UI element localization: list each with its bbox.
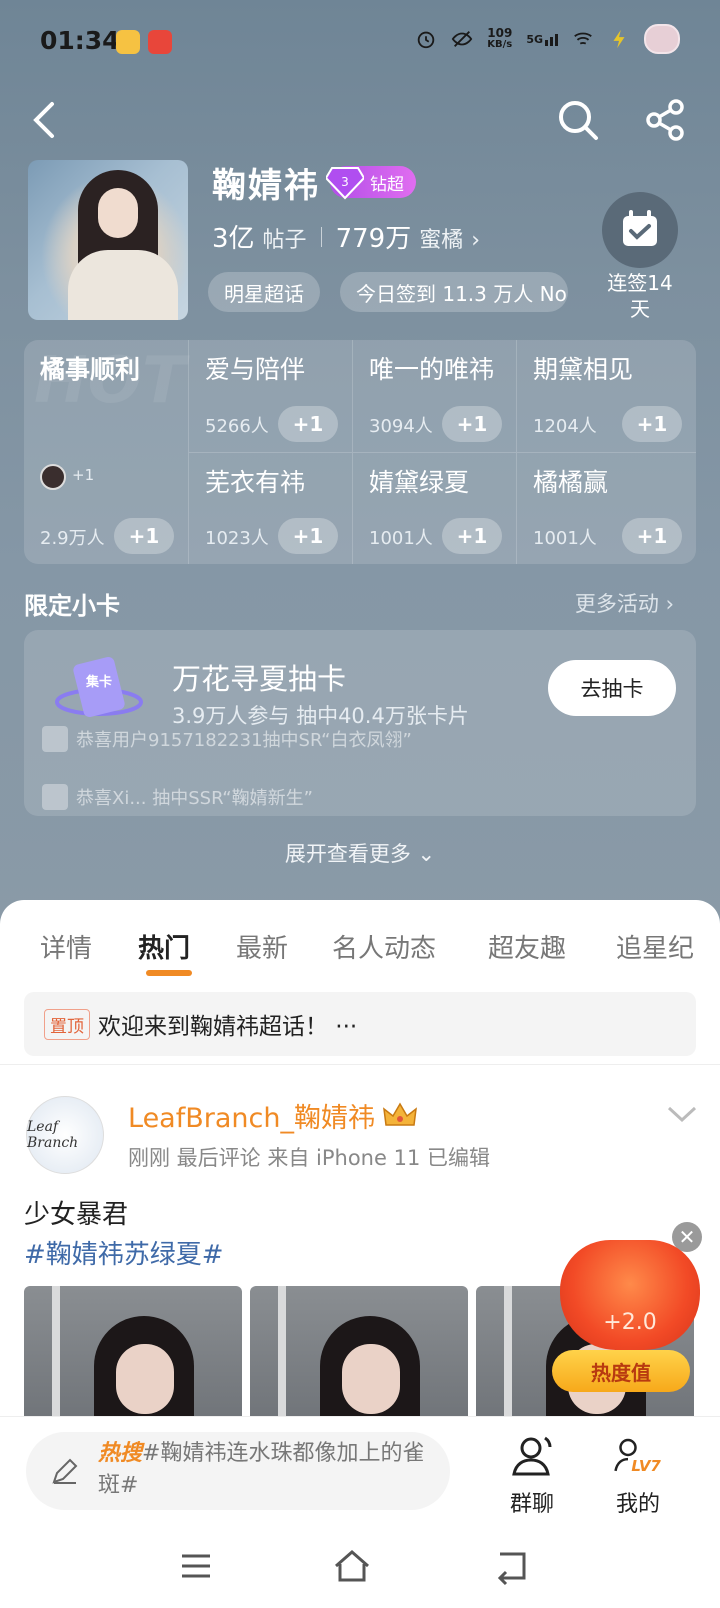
user-level-icon: LV7 [614,1438,661,1475]
chevron-down-icon[interactable] [666,1102,698,1126]
grid-featured-title: 橘事顺利 [40,355,141,384]
search-icon [559,101,598,140]
heat-value: +2.0 [603,1310,657,1335]
plus-one-button[interactable]: +1 [278,406,338,442]
chip-checkin-rank[interactable]: 今日签到 11.3 万人 No. [340,272,568,312]
post-avatar[interactable]: Leaf Branch [26,1096,104,1174]
support-grid: HOT 橘事顺利 +1 2.9万人 +1 爱与陪伴 5266人 +1 唯一的唯祎… [24,340,696,564]
pinned-text: 欢迎来到鞠婧祎超话！ ··· [98,1014,358,1040]
alarm-icon [418,31,435,49]
plus-one-button[interactable]: +1 [114,518,174,554]
status-avatar [644,24,680,54]
avatar [40,464,66,490]
ticker-item: 恭喜用户9157182231抽中SR“白衣凤翎” [42,726,412,752]
checkin-button[interactable] [602,192,678,268]
grid-featured[interactable]: HOT 橘事顺利 +1 2.9万人 +1 [24,340,188,564]
signal-5g-icon: 5G [526,33,558,46]
topic-cover-image[interactable] [28,160,188,320]
posts-count: 3亿 [212,224,255,254]
plus-one-button[interactable]: +1 [442,406,502,442]
checkin-streak: 连签14天 [607,271,673,321]
svg-text:3: 3 [341,175,349,189]
back-button[interactable] [20,96,68,144]
group-chat-icon [512,1436,552,1476]
chevron-left-icon [33,102,54,138]
tab-celebrity[interactable]: 名人动态 [332,928,436,965]
grid-cell[interactable]: 唯一的唯祎 3094人 +1 [352,340,516,452]
app-notification-icon [148,30,172,54]
profile-button[interactable]: LV7 我的 [598,1432,678,1518]
fans-label: 蜜橘 [419,228,464,253]
eye-off-icon [451,31,473,47]
card-collect-icon: 集卡 [55,656,143,718]
grid-cell[interactable]: 橘橘赢 1001人 +1 [516,452,696,564]
share-icon [646,99,684,141]
topic-title: 鞠婧祎 [212,166,320,206]
chevron-right-icon: › [471,228,481,253]
post-image[interactable] [250,1286,468,1426]
svg-text:集卡: 集卡 [85,674,112,690]
home-icon[interactable] [332,1546,372,1586]
card-title: 万花寻夏抽卡 [172,662,347,696]
plus-one-button[interactable]: +1 [442,518,502,554]
post-image[interactable] [24,1286,242,1426]
heat-value-button[interactable]: 热度值 [552,1350,690,1392]
pencil-icon [52,1458,78,1484]
plus-one-button[interactable]: +1 [622,518,682,554]
status-bar: 01:34 109 KB/s 5G [0,0,720,84]
pinned-post[interactable]: 置顶 欢迎来到鞠婧祎超话！ ··· [24,992,696,1056]
group-chat-button[interactable]: 群聊 [492,1432,572,1518]
menu-icon[interactable] [176,1546,216,1586]
divider [0,1064,720,1065]
grid-cell[interactable]: 期黛相见 1204人 +1 [516,340,696,452]
search-button[interactable] [554,96,602,144]
tab-latest[interactable]: 最新 [236,928,288,965]
back-nav-icon[interactable] [490,1546,530,1586]
pinned-tag: 置顶 [44,1008,90,1040]
plus-one-button[interactable]: +1 [278,518,338,554]
section-title: 限定小卡 [24,592,120,620]
ticker-item: 恭喜Xi... 抽中SSR“鞠婧新生” [42,784,313,810]
tab-friends[interactable]: 超友趣 [488,928,566,965]
post-hashtag[interactable]: #鞠婧祎苏绿夏# [24,1234,224,1271]
topic-stats[interactable]: 3亿 帖子 779万 蜜橘 › [212,218,480,255]
more-activities-link[interactable]: 更多活动 › [575,588,674,618]
weibo-notification-icon [116,30,140,54]
posts-label: 帖子 [262,228,307,253]
post-username[interactable]: LeafBranch_鞠婧祎 [128,1096,417,1135]
grid-cell[interactable]: 芜衣有祎 1023人 +1 [188,452,352,564]
wifi-icon [574,32,592,45]
grid-count: 2.9万人 [40,528,105,549]
svg-text:LV7: LV7 [631,1457,661,1475]
tab-bar: 详情 热门 最新 名人动态 超友趣 追星纪 [0,920,720,976]
tab-details[interactable]: 详情 [40,928,92,965]
mini-plus: +1 [72,466,95,484]
net-speed: 109 KB/s [487,26,513,50]
post-meta: 刚刚 最后评论 来自 iPhone 11 已编辑 [128,1146,490,1170]
plus-one-button[interactable]: +1 [622,406,682,442]
diamond-icon: 3 [326,167,364,200]
status-time: 01:34 [40,26,120,55]
grid-cell[interactable]: 婧黛绿夏 1001人 +1 [352,452,516,564]
tab-star-tracking[interactable]: 追星纪 [616,928,694,965]
share-button[interactable] [642,96,690,144]
chip-star-topic[interactable]: 明星超话 [208,272,320,312]
battery-charging-icon [613,29,625,49]
card-draw-activity[interactable]: 集卡 万花寻夏抽卡 3.9万人参与 抽中40.4万张卡片 去抽卡 恭喜用户915… [24,630,696,816]
fans-count: 779万 [335,224,412,254]
crown-icon [382,1102,417,1126]
post-text: 少女暴君 [24,1200,129,1230]
compose-hot-search[interactable]: 热搜#鞠婧祎连水珠都像加上的雀斑# [98,1438,438,1502]
expand-more-button[interactable]: 展开查看更多 ⌄ [0,838,720,868]
tab-hot[interactable]: 热门 [138,928,190,965]
grid-cell[interactable]: 爱与陪伴 5266人 +1 [188,340,352,452]
active-tab-indicator [146,970,192,976]
draw-card-button[interactable]: 去抽卡 [548,660,676,716]
calendar-check-icon [623,210,657,246]
